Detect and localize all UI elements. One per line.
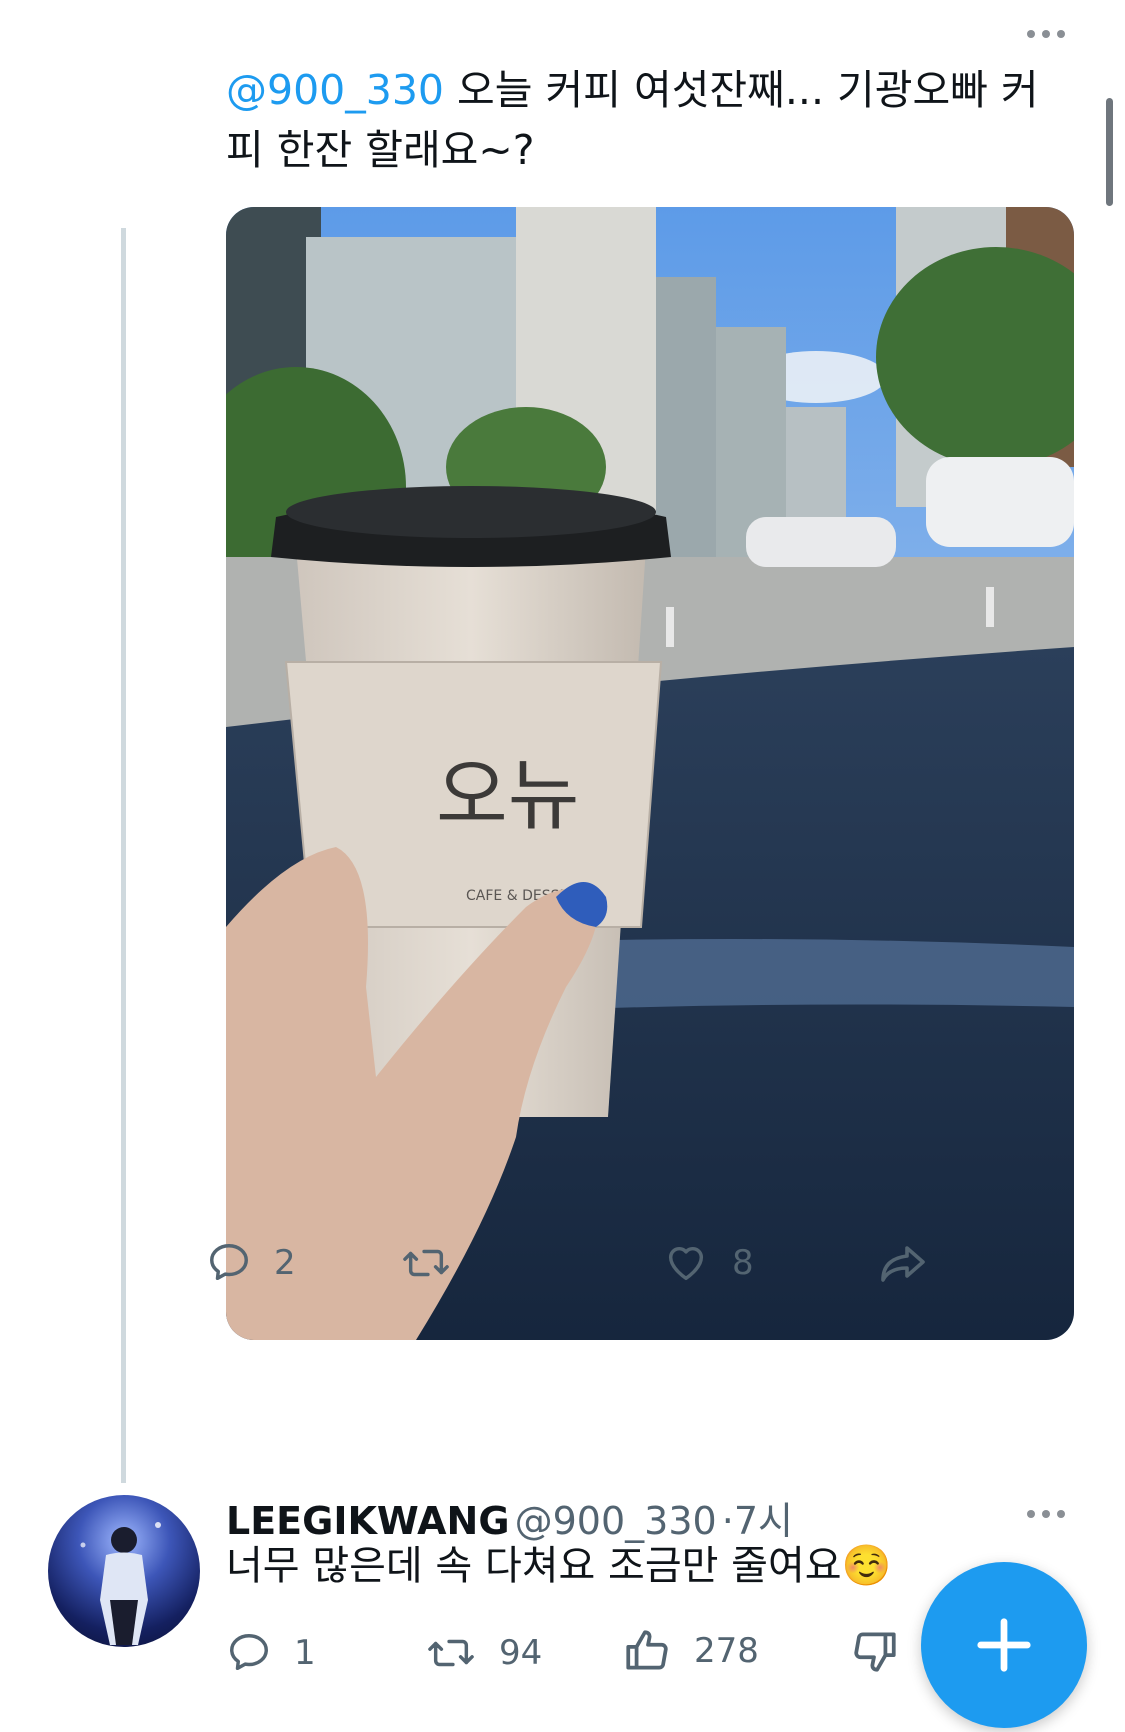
tweet-photo[interactable]: 오뉴 CAFE & DESSERT (226, 207, 1074, 1340)
smiling-face-emoji: ☺️ (841, 1543, 892, 1589)
reply-retweet-button[interactable]: 94 (425, 1630, 542, 1676)
display-name[interactable]: LEEGIKWANG (226, 1499, 510, 1543)
reply-count: 2 (274, 1243, 296, 1283)
upvote-button[interactable]: 278 (622, 1626, 759, 1676)
retweet-icon (403, 1249, 449, 1277)
reply-header: LEEGIKWANG @900_330 ·7시 (226, 1490, 793, 1545)
avatar[interactable] (48, 1495, 200, 1647)
share-icon (881, 1246, 925, 1282)
mention-link[interactable]: @900_330 (226, 66, 444, 114)
cup-logo-text: 오뉴 (436, 751, 580, 841)
coffee-photo-illustration: 오뉴 CAFE & DESSERT (226, 207, 1074, 1340)
scrollbar[interactable] (1106, 98, 1113, 206)
plus-icon (977, 1618, 1031, 1672)
retweet-icon (428, 1639, 474, 1667)
downvote-button[interactable] (850, 1626, 900, 1676)
thumbs-down-icon (854, 1632, 896, 1672)
reply-bubble-icon (230, 1634, 268, 1671)
like-count: 278 (694, 1631, 759, 1671)
retweet-count: 94 (499, 1633, 543, 1673)
thumbs-up-icon (626, 1630, 668, 1670)
reply-more-button[interactable] (1027, 1510, 1065, 1518)
like-count: 8 (732, 1243, 754, 1283)
reply-text: 너무 많은데 속 다쳐요 조금만 줄여요☺️ (226, 1543, 892, 1589)
reply-bubble-icon (210, 1244, 248, 1281)
tweet-text: @900_330 오늘 커피 여섯잔째... 기광오빠 커피 한잔 할래요~? (226, 60, 1076, 180)
more-horizontal-icon (1027, 30, 1035, 38)
more-horizontal-icon (1027, 1510, 1035, 1518)
compose-tweet-button[interactable] (921, 1562, 1087, 1728)
thread-connector-line (121, 228, 126, 1483)
retweet-button[interactable] (400, 1240, 474, 1286)
tweet-more-button[interactable] (1027, 30, 1065, 38)
avatar-figure-illustration (80, 1522, 161, 1645)
reply-reply-button[interactable]: 1 (226, 1630, 316, 1676)
separator-dot: · (721, 1499, 734, 1543)
user-handle[interactable]: @900_330 (515, 1499, 717, 1543)
reply-count: 1 (294, 1633, 316, 1673)
timestamp[interactable]: 7시 (734, 1499, 793, 1543)
heart-icon (668, 1246, 704, 1281)
share-button[interactable] (875, 1240, 931, 1288)
like-button[interactable]: 8 (662, 1240, 754, 1286)
reply-button[interactable]: 2 (206, 1240, 296, 1286)
